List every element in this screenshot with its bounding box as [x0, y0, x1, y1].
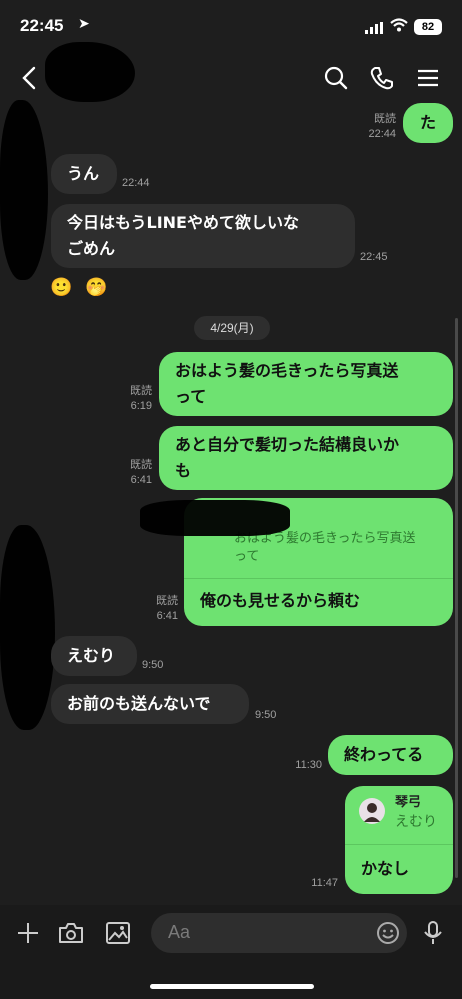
quoted-message[interactable]: えむり	[395, 813, 437, 831]
message-bubble-outgoing[interactable]: あと自分で髪切った結構良いか も	[159, 426, 453, 490]
location-arrow-icon: ➤	[78, 16, 90, 32]
message-text: 俺のも見せるから頼む	[200, 591, 361, 610]
message-time: 11:47	[311, 877, 338, 889]
date-separator: 4/29(月)	[194, 316, 270, 340]
message-text: かなし	[361, 859, 410, 878]
quoted-sender-name: 琴弓	[395, 795, 422, 810]
message-text-line: って	[175, 387, 207, 406]
read-receipt: 既読	[130, 385, 152, 397]
message-time: 22:44	[368, 128, 396, 140]
message-time: 6:41	[156, 610, 178, 622]
avatar	[359, 798, 385, 824]
message-bubble-incoming[interactable]: お前のも送んないで	[51, 684, 249, 724]
read-receipt: 既読	[130, 459, 152, 471]
quoted-message[interactable]: おはよう髪の毛きったら写真送 って	[234, 530, 415, 566]
wifi-icon	[390, 18, 408, 32]
plus-icon[interactable]	[16, 921, 40, 945]
message-text-line: あと自分で髪切った結構良いか	[175, 435, 400, 454]
message-time: 9:50	[255, 709, 277, 721]
redacted-name-scribble	[45, 42, 135, 102]
read-receipt: 既読	[374, 113, 396, 125]
message-time: 11:30	[295, 759, 322, 771]
quoted-text-line: って	[234, 549, 260, 564]
message-time: 6:19	[130, 400, 152, 412]
quote-divider	[184, 578, 453, 579]
redacted-quote-name-scribble	[140, 500, 290, 536]
message-time: 22:44	[122, 177, 150, 189]
reply-message-bubble[interactable]: 琴弓 えむり かなし	[345, 786, 453, 894]
message-input-placeholder: Aa	[168, 922, 191, 942]
quote-divider	[345, 844, 453, 845]
camera-icon[interactable]	[58, 921, 84, 945]
back-icon[interactable]	[16, 64, 44, 92]
message-text-line: おはよう髪の毛きったら写真送	[175, 361, 399, 380]
message-text-line: 今日はもうLINEやめて欲しいな	[67, 213, 299, 232]
message-text-line: ごめん	[67, 239, 116, 258]
read-receipt: 既読	[156, 595, 178, 607]
mic-icon[interactable]	[422, 920, 444, 946]
message-text-line: も	[175, 461, 192, 480]
message-time: 9:50	[142, 659, 164, 671]
scrollbar[interactable]	[455, 318, 458, 878]
message-bubble-outgoing[interactable]: 終わってる	[328, 735, 453, 775]
signal-icon	[365, 22, 385, 34]
smile-reaction-icon[interactable]: 🙂	[50, 277, 72, 298]
redacted-avatar-scribble	[0, 100, 48, 280]
phone-icon[interactable]	[368, 64, 396, 92]
sticker-reaction-icon[interactable]: 🤭	[85, 277, 107, 298]
status-time: 22:45	[20, 16, 64, 35]
message-time: 6:41	[130, 474, 152, 486]
battery-icon: 82	[414, 19, 442, 35]
home-indicator	[150, 984, 314, 989]
redacted-avatar-scribble	[0, 525, 55, 730]
message-time: 22:45	[360, 251, 388, 263]
message-bubble-outgoing[interactable]: た	[403, 103, 453, 143]
image-icon[interactable]	[105, 921, 131, 945]
emoji-icon[interactable]	[376, 921, 400, 945]
message-bubble-incoming[interactable]: えむり	[51, 636, 137, 676]
message-bubble-outgoing[interactable]: おはよう髪の毛きったら写真送 って	[159, 352, 453, 416]
menu-icon[interactable]	[414, 64, 442, 92]
search-icon[interactable]	[322, 64, 350, 92]
message-bubble-incoming[interactable]: うん	[51, 154, 117, 194]
message-bubble-incoming[interactable]: 今日はもうLINEやめて欲しいな ごめん	[51, 204, 355, 268]
